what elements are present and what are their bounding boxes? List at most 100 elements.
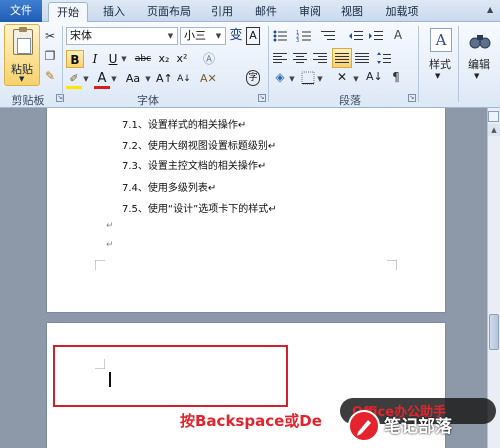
multilevel-list-icon[interactable] [320, 28, 336, 44]
enclose-characters-icon[interactable]: 字 [246, 70, 260, 86]
increase-indent-icon[interactable] [368, 28, 384, 44]
bold-button[interactable]: B [66, 50, 84, 68]
highlight-box [53, 345, 288, 407]
strikethrough-button[interactable]: abc [132, 50, 154, 68]
superscript-button[interactable]: x² [174, 50, 190, 68]
align-left-icon[interactable] [272, 50, 288, 66]
borders-dropdown-icon[interactable]: ▼ [316, 70, 324, 88]
pen-logo-icon [348, 410, 380, 442]
tab-page-layout[interactable]: 页面布局 [140, 2, 198, 22]
underline-dropdown-icon[interactable]: ▼ [120, 50, 128, 68]
tab-insert[interactable]: 插入 [96, 2, 132, 22]
document-line[interactable]: 7.2、使用大纲视图设置标题级别↵ [122, 137, 276, 152]
tab-file[interactable]: 文件 [0, 0, 42, 22]
subscript-button[interactable]: x₂ [156, 50, 172, 68]
quick-styles-icon: A [430, 28, 452, 52]
align-center-icon[interactable] [292, 50, 308, 66]
bullets-icon[interactable] [272, 28, 288, 44]
document-line[interactable]: 7.3、设置主控文档的相关操作↵ [122, 157, 266, 172]
document-line[interactable]: 7.1、设置样式的相关操作↵ [122, 116, 246, 131]
borders-icon[interactable] [300, 70, 316, 86]
show-paragraph-marks-icon[interactable]: ¶ [388, 70, 404, 86]
tab-home[interactable]: 开始 [48, 2, 88, 23]
asian-typography-dropdown-icon[interactable]: ▼ [352, 70, 360, 88]
shrink-font-icon[interactable]: A↓ [176, 70, 192, 88]
font-size-combo[interactable]: 小三 ▼ [180, 27, 226, 45]
ribbon: 粘贴 ▼ ✂ ❐ ✎ 剪贴板 ↘ 宋体 ▼ 小三 ▼ 变 A B I U ▼ a… [0, 22, 500, 108]
highlight-color-swatch [66, 86, 82, 89]
group-divider [62, 26, 63, 102]
scroll-up-icon[interactable]: ▲ [488, 124, 500, 136]
group-divider [458, 26, 459, 102]
watermark-url: www.notetribe.com [386, 434, 445, 441]
tab-review[interactable]: 审阅 [292, 2, 328, 22]
tab-addins[interactable]: 加载项 [378, 2, 426, 22]
ribbon-tab-bar: 文件 开始 插入 页面布局 引用 邮件 审阅 视图 加载项 ▲ [0, 0, 500, 23]
change-case-button[interactable]: Aa [122, 70, 144, 88]
format-painter-icon[interactable]: ✎ [42, 68, 58, 84]
underline-button[interactable]: U [106, 50, 120, 68]
paste-button[interactable]: 粘贴 ▼ [4, 24, 40, 86]
highlight-dropdown-icon[interactable]: ▼ [82, 70, 90, 88]
shading-icon[interactable]: ◈ [272, 70, 288, 86]
italic-button[interactable]: I [88, 50, 102, 68]
chevron-down-icon: ▼ [167, 32, 174, 40]
align-right-icon[interactable] [312, 50, 328, 66]
paragraph-mark: ↵ [106, 221, 114, 231]
tab-view[interactable]: 视图 [334, 2, 370, 22]
font-name-combo[interactable]: 宋体 ▼ [66, 27, 178, 45]
tab-mailings[interactable]: 邮件 [248, 2, 284, 22]
line-spacing-icon[interactable] [376, 50, 392, 66]
editing-button[interactable]: 编辑 ▼ [460, 24, 498, 86]
styles-dropdown-icon: ▼ [435, 72, 441, 80]
clipboard-group-label: 剪贴板 [11, 94, 45, 107]
paste-dropdown-icon[interactable]: ▼ [19, 75, 24, 83]
vertical-scrollbar[interactable]: ▲ [487, 108, 500, 448]
editing-dropdown-icon: ▼ [474, 72, 480, 80]
font-size-value: 小三 [184, 29, 206, 42]
font-group-label: 字体 [137, 94, 159, 107]
crop-mark-icon [387, 260, 397, 270]
font-color-swatch [94, 86, 110, 89]
numbering-icon[interactable]: 123 [296, 28, 312, 44]
paste-icon [13, 27, 33, 55]
text-effects-icon[interactable]: Ⓐ [200, 50, 218, 68]
styles-button[interactable]: A 样式 ▼ [420, 24, 460, 86]
document-line[interactable]: 7.5、使用“设计”选项卡下的样式↵ [122, 200, 277, 215]
justify-icon[interactable] [332, 48, 352, 68]
cut-icon[interactable]: ✂ [42, 28, 58, 44]
ruler-toggle-icon[interactable] [488, 111, 499, 122]
decrease-indent-icon[interactable] [348, 28, 364, 44]
grow-font-icon[interactable]: A↑ [156, 70, 173, 88]
scrollbar-thumb[interactable] [489, 314, 499, 350]
sort-icon[interactable]: A↓ [366, 70, 383, 86]
paragraph-launcher-icon[interactable]: ↘ [408, 94, 416, 102]
paragraph-group-label: 段落 [339, 94, 361, 107]
change-case-dropdown-icon[interactable]: ▼ [144, 70, 152, 88]
font-color-dropdown-icon[interactable]: ▼ [110, 70, 118, 88]
font-name-value: 宋体 [70, 29, 92, 42]
instruction-caption: 按Backspace或De [180, 412, 322, 430]
styles-label: 样式 [429, 58, 451, 71]
document-line[interactable]: 7.4、使用多级列表↵ [122, 179, 216, 194]
chinese-layout-icon[interactable]: A [390, 28, 406, 44]
svg-text:3: 3 [296, 38, 299, 44]
phonetic-guide-button[interactable]: 变 [228, 27, 244, 45]
crop-mark-icon [95, 260, 105, 270]
paragraph-mark: ↵ [106, 240, 114, 250]
watermark: Office办公助手 笔记部落 www.notetribe.com [340, 398, 496, 446]
character-border-button[interactable]: A [246, 27, 260, 45]
group-divider [268, 26, 269, 102]
clear-formatting-icon[interactable]: A✕ [200, 70, 217, 88]
copy-icon[interactable]: ❐ [42, 48, 58, 64]
font-launcher-icon[interactable]: ↘ [258, 94, 266, 102]
editing-label: 编辑 [468, 58, 490, 71]
minimize-ribbon-icon[interactable]: ▲ [487, 5, 497, 15]
distributed-icon[interactable] [354, 50, 370, 66]
binoculars-icon [468, 28, 492, 52]
tab-references[interactable]: 引用 [204, 2, 240, 22]
asian-typography-icon[interactable]: ✕ [334, 70, 350, 86]
chevron-down-icon: ▼ [215, 32, 222, 40]
group-divider [418, 26, 419, 102]
shading-dropdown-icon[interactable]: ▼ [288, 70, 296, 88]
